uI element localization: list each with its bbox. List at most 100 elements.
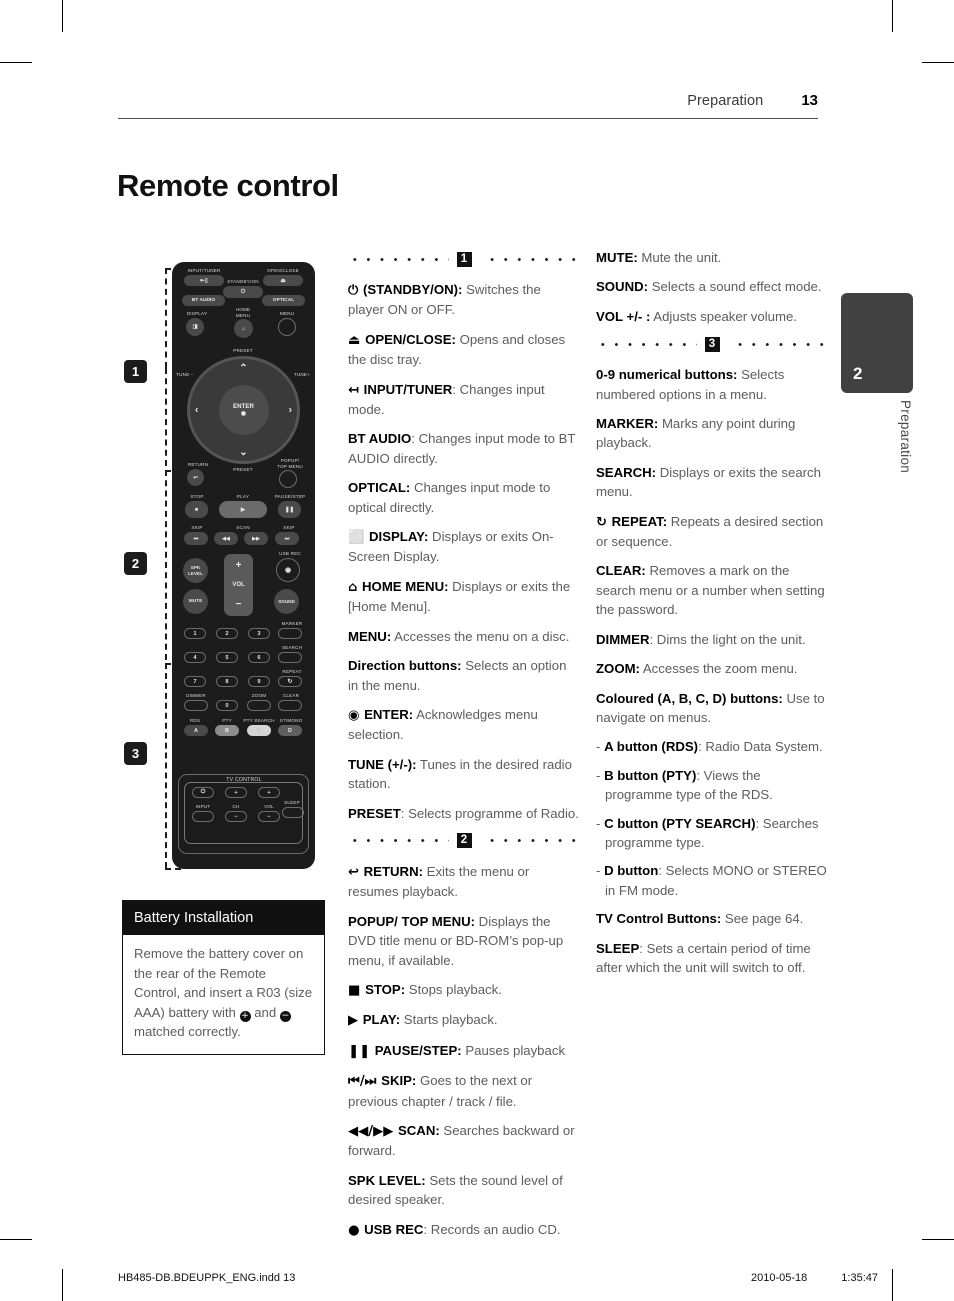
label-sleep: SLEEP	[284, 800, 300, 805]
dpad-right-arrow-icon[interactable]: ›	[289, 405, 292, 416]
key-popup-top-menu[interactable]	[279, 470, 297, 488]
key-num-2[interactable]: 2	[216, 628, 238, 639]
key-colour-b-label: B	[225, 727, 229, 734]
key-pause-step[interactable]: ❚❚	[278, 501, 301, 518]
key-num-0[interactable]: 0	[216, 700, 238, 711]
key-tv-vol-down[interactable]: −	[258, 811, 280, 822]
dpad-left-arrow-icon[interactable]: ‹	[195, 405, 198, 416]
button-glyph-icon: ◀◀/▶▶	[348, 1124, 398, 1139]
key-colour-a[interactable]: A	[184, 725, 208, 736]
key-spk-level[interactable]: SPK LEVEL	[183, 558, 208, 583]
item-label: TUNE (+/-):	[348, 756, 417, 772]
key-enter[interactable]: ENTER ◉	[218, 385, 269, 435]
item-label: MUTE:	[596, 250, 638, 265]
key-zoom[interactable]	[247, 700, 271, 711]
key-colour-c[interactable]: C	[247, 725, 271, 736]
enter-dot-icon: ◉	[240, 411, 247, 417]
footer-file-name: HB485-DB.BDEUPPK_ENG.indd 13	[118, 1272, 296, 1284]
key-num-8[interactable]: 8	[216, 676, 238, 687]
key-home-menu[interactable]: ⌂	[234, 319, 253, 338]
label-zoom: ZOOM	[251, 693, 267, 698]
dpad-up-arrow-icon[interactable]: ⌃	[239, 363, 247, 374]
section-1-item: ↤ INPUT/TUNER: Changes input mode.	[348, 380, 580, 420]
key-vol-minus[interactable]: −	[236, 599, 242, 610]
key-skip-next[interactable]: ⏭	[275, 532, 299, 545]
key-colour-d[interactable]: D	[278, 725, 302, 736]
item-label: STOP:	[365, 981, 406, 997]
key-tv-input[interactable]	[192, 811, 214, 822]
key-mute[interactable]: MUTE	[183, 589, 208, 614]
key-bt-audio-label: BT AUDIO	[191, 298, 216, 303]
item-label: SKIP:	[381, 1073, 417, 1089]
key-clear[interactable]	[278, 700, 302, 711]
key-num-5[interactable]: 5	[216, 652, 238, 663]
key-scan-backward[interactable]: ◀◀	[214, 532, 238, 545]
key-tv-vol-up[interactable]: +	[258, 787, 280, 798]
section-2-item: VOL +/- : Adjusts speaker volume.	[596, 307, 828, 326]
header-page-number: 13	[801, 92, 818, 109]
button-glyph-icon: ●	[348, 1222, 365, 1238]
item-label: OPEN/CLOSE:	[365, 331, 456, 347]
key-num-1[interactable]: 1	[184, 628, 206, 639]
direction-pad[interactable]: ⌃ ⌄ ‹ › ENTER ◉	[187, 356, 300, 464]
separator-dots-left-2	[348, 839, 449, 843]
key-standby-on[interactable]: ⏻	[223, 286, 263, 298]
item-label: RETURN:	[363, 863, 423, 879]
key-search[interactable]	[278, 652, 302, 663]
key-scan-forward[interactable]: ▶▶	[244, 532, 268, 545]
section-3-item: ZOOM: Accesses the zoom menu.	[596, 659, 828, 678]
key-menu[interactable]	[278, 318, 296, 336]
key-volume-rocker[interactable]: + VOL −	[224, 554, 253, 616]
item-description: Stops playback.	[405, 981, 502, 997]
key-tv-power[interactable]: ⏻	[192, 787, 214, 798]
key-sound[interactable]: SOUND	[274, 589, 299, 614]
separator-dots-right	[479, 257, 580, 261]
dpad-down-arrow-icon[interactable]: ⌄	[239, 447, 247, 458]
key-return[interactable]: ↩	[187, 469, 204, 486]
item-label: C button (PTY SEARCH)	[604, 815, 756, 831]
callout-line-section-3	[165, 663, 167, 868]
key-sleep[interactable]	[282, 807, 304, 818]
header-rule	[118, 118, 818, 119]
key-tv-ch-up[interactable]: +	[225, 787, 247, 798]
key-num-7-label: 7	[193, 678, 197, 685]
key-marker[interactable]	[278, 628, 302, 639]
separator-dots-left-3	[596, 342, 697, 346]
key-usb-rec[interactable]: ◉	[276, 558, 300, 582]
label-tv-control: TV CONTROL	[226, 777, 262, 783]
key-num-6[interactable]: 6	[248, 652, 270, 663]
key-num-3[interactable]: 3	[248, 628, 270, 639]
key-optical[interactable]: OPTICAL	[262, 295, 305, 306]
key-num-4[interactable]: 4	[184, 652, 206, 663]
key-num-8-label: 8	[225, 678, 229, 685]
key-play[interactable]: ▶	[219, 501, 267, 518]
key-skip-prev[interactable]: ⏮	[184, 532, 208, 545]
item-label: A button (RDS)	[604, 739, 699, 755]
key-num-9[interactable]: 9	[248, 676, 270, 687]
item-label: SPK LEVEL:	[348, 1172, 426, 1188]
section-2-item: ❚❚ PAUSE/STEP: Pauses playback	[348, 1041, 580, 1061]
footer-timestamp: 2010-05-18 1:35:47	[717, 1272, 878, 1284]
callout-hook-section-2	[165, 470, 181, 472]
key-colour-a-label: A	[194, 727, 198, 734]
key-open-close[interactable]: ⏏	[263, 275, 303, 286]
item-label: ZOOM:	[596, 661, 640, 677]
key-stop[interactable]: ■	[185, 501, 208, 518]
label-st-mono: ST/MONO	[279, 718, 303, 723]
label-menu: MENU	[279, 311, 295, 316]
section-3-item: ↻ REPEAT: Repeats a desired section or s…	[596, 512, 828, 552]
key-tv-ch-down[interactable]: −	[225, 811, 247, 822]
section-3-item: 0-9 numerical buttons: Selects numbered …	[596, 365, 828, 404]
key-repeat[interactable]: ↻	[278, 676, 302, 687]
crop-mark-bottom-left	[62, 1269, 63, 1301]
key-bt-audio[interactable]: BT AUDIO	[182, 295, 225, 306]
section-separator-3: 3	[596, 336, 828, 352]
item-label: HOME MENU:	[362, 578, 449, 594]
key-dimmer[interactable]	[184, 700, 208, 711]
key-colour-b[interactable]: B	[215, 725, 239, 736]
label-standby: STANDBY/ON	[227, 279, 259, 284]
label-play: PLAY	[236, 494, 250, 499]
key-vol-plus[interactable]: +	[236, 560, 242, 571]
key-num-7[interactable]: 7	[184, 676, 206, 687]
key-display[interactable]: ◨	[186, 318, 204, 336]
